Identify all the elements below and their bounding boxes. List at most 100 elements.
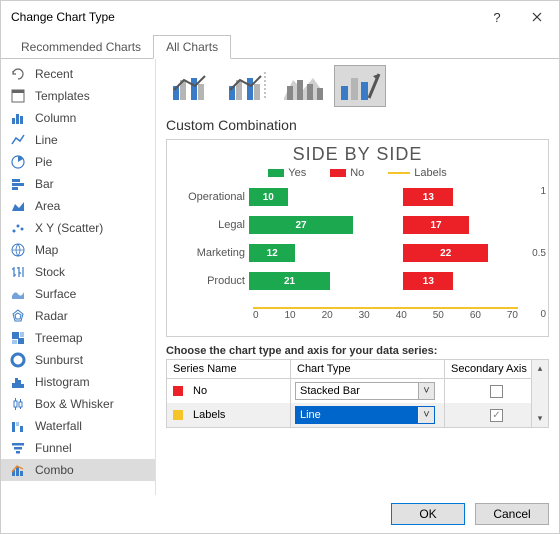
series-scrollbar[interactable]: ▴ ▾ [531, 360, 548, 427]
sidebar-item-sunburst[interactable]: Sunburst [1, 349, 155, 371]
chart-row: Operational10 13 [173, 183, 542, 211]
sunburst-icon [9, 351, 27, 369]
subtype-clustered-column-line-secondary[interactable] [222, 65, 274, 107]
category-label: Legal [173, 219, 249, 231]
sidebar-item-label: X Y (Scatter) [35, 221, 103, 235]
series-row-labels[interactable]: Labels Line ˅ ✓ [167, 403, 548, 427]
histogram-icon [9, 373, 27, 391]
secondary-axis-checkbox[interactable]: ✓ [490, 409, 503, 422]
series-color-swatch [173, 386, 183, 396]
series-row-no[interactable]: No Stacked Bar ˅ [167, 379, 548, 403]
subtype-stacked-area-column[interactable] [278, 65, 330, 107]
sidebar-item-stock[interactable]: Stock [1, 261, 155, 283]
dialog-footer: OK Cancel [1, 495, 559, 533]
recent-icon [9, 65, 27, 83]
sidebar-item-recent[interactable]: Recent [1, 63, 155, 85]
sidebar-item-label: Treemap [35, 331, 83, 345]
close-button[interactable] [517, 1, 557, 33]
cancel-button[interactable]: Cancel [475, 503, 549, 525]
sidebar-item-area[interactable]: Area [1, 195, 155, 217]
sidebar-item-map[interactable]: Map [1, 239, 155, 261]
bar-yes: 12 [249, 244, 295, 262]
sidebar-item-label: Sunburst [35, 353, 83, 367]
map-icon [9, 241, 27, 259]
category-label: Operational [173, 191, 249, 203]
bar-no: 13 [403, 188, 453, 206]
sidebar-item-label: Line [35, 133, 58, 147]
ok-button[interactable]: OK [391, 503, 465, 525]
x-tick: 40 [396, 310, 407, 321]
chart-preview: SIDE BY SIDE Yes No Labels 1 0.5 0 Opera… [166, 139, 549, 337]
sidebar-item-bar[interactable]: Bar [1, 173, 155, 195]
x-axis: 010203040506070 [253, 310, 518, 321]
sidebar-item-line[interactable]: Line [1, 129, 155, 151]
sidebar-item-label: Recent [35, 67, 73, 81]
sidebar-item-label: Map [35, 243, 58, 257]
x-tick: 30 [359, 310, 370, 321]
chart-title: SIDE BY SIDE [173, 144, 542, 165]
sidebar-item-label: Box & Whisker [35, 397, 114, 411]
waterfall-icon [9, 417, 27, 435]
chevron-down-icon: ˅ [418, 383, 434, 399]
bar-yes: 21 [249, 272, 330, 290]
chart-plot-area: Operational1013Legal2717Marketing1222Pro… [173, 183, 542, 323]
series-name: No [193, 385, 207, 397]
chart-legend: Yes No Labels [173, 167, 542, 179]
sidebar-item-surface[interactable]: Surface [1, 283, 155, 305]
series-color-swatch [173, 410, 183, 420]
subtype-custom-combination[interactable] [334, 65, 386, 107]
bar-no: 22 [403, 244, 488, 262]
tab-strip: Recommended Charts All Charts [1, 33, 559, 59]
sidebar-item-templates[interactable]: Templates [1, 85, 155, 107]
dialog-body: Recent Templates Column Line Pie Bar Are… [1, 59, 559, 495]
sidebar-item-radar[interactable]: Radar [1, 305, 155, 327]
stock-icon [9, 263, 27, 281]
secondary-axis-checkbox[interactable] [490, 385, 503, 398]
bar-yes: 27 [249, 216, 353, 234]
sidebar-item-label: Bar [35, 177, 54, 191]
x-tick: 10 [285, 310, 296, 321]
tab-all-charts[interactable]: All Charts [153, 35, 231, 59]
sidebar-item-waterfall[interactable]: Waterfall [1, 415, 155, 437]
chart-type-dropdown[interactable]: Line ˅ [295, 406, 435, 424]
sidebar-item-label: Pie [35, 155, 52, 169]
sidebar-item-histogram[interactable]: Histogram [1, 371, 155, 393]
tab-recommended[interactable]: Recommended Charts [9, 36, 153, 58]
col-header-name: Series Name [167, 360, 291, 378]
chart-row: Legal2717 [173, 211, 542, 239]
surface-icon [9, 285, 27, 303]
boxwhisker-icon [9, 395, 27, 413]
titlebar: Change Chart Type ? [1, 1, 559, 33]
series-grid: Series Name Chart Type Secondary Axis No… [166, 359, 549, 428]
sidebar-item-treemap[interactable]: Treemap [1, 327, 155, 349]
scroll-up-icon[interactable]: ▴ [532, 360, 548, 377]
sidebar-item-combo[interactable]: Combo [1, 459, 155, 481]
scroll-down-icon[interactable]: ▾ [532, 410, 548, 427]
series-prompt: Choose the chart type and axis for your … [166, 345, 549, 357]
column-icon [9, 109, 27, 127]
sidebar-item-pie[interactable]: Pie [1, 151, 155, 173]
chart-row: Product2113 [173, 267, 542, 295]
sidebar-item-column[interactable]: Column [1, 107, 155, 129]
sidebar-item-label: Radar [35, 309, 68, 323]
subtype-clustered-column-line[interactable] [166, 65, 218, 107]
help-button[interactable]: ? [477, 1, 517, 33]
treemap-icon [9, 329, 27, 347]
sidebar-item-funnel[interactable]: Funnel [1, 437, 155, 459]
x-tick: 0 [253, 310, 259, 321]
main-panel: Custom Combination SIDE BY SIDE Yes No L… [156, 59, 559, 495]
bar-yes: 10 [249, 188, 288, 206]
sidebar-item-label: Funnel [35, 441, 72, 455]
sidebar-item-scatter[interactable]: X Y (Scatter) [1, 217, 155, 239]
col-header-type: Chart Type [291, 360, 445, 378]
dialog-title: Change Chart Type [11, 10, 477, 24]
category-label: Marketing [173, 247, 249, 259]
line-icon [9, 131, 27, 149]
sidebar-item-label: Stock [35, 265, 65, 279]
chart-type-dropdown[interactable]: Stacked Bar ˅ [295, 382, 435, 400]
combo-icon [9, 461, 27, 479]
sidebar-item-label: Waterfall [35, 419, 82, 433]
sidebar-item-boxwhisker[interactable]: Box & Whisker [1, 393, 155, 415]
bar-icon [9, 175, 27, 193]
x-tick: 20 [322, 310, 333, 321]
